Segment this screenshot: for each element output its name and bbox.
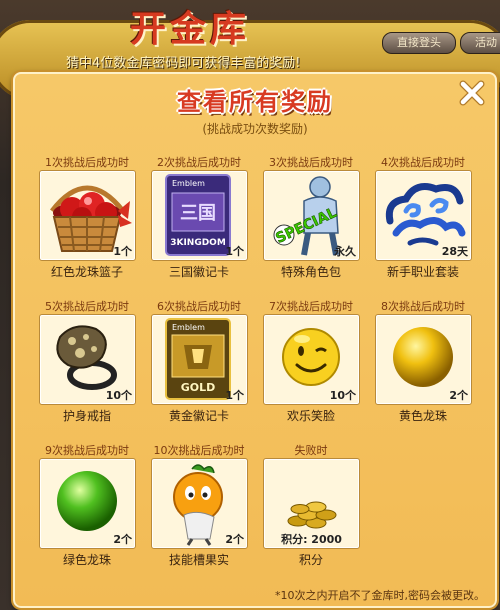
reward-condition: 3次挑战后成功时 <box>269 156 353 169</box>
reward-name: 新手职业套装 <box>386 265 459 279</box>
reward-slot[interactable]: 10个 <box>39 314 136 405</box>
reward-name: 绿色龙珠 <box>62 553 111 567</box>
reward-slot[interactable]: 三国 Emblem 3KINGDOM 1个 <box>151 170 248 261</box>
close-button[interactable] <box>457 78 487 108</box>
reward-slot[interactable]: 2个 <box>39 458 136 549</box>
reward-name: 黄金徽记卡 <box>168 409 229 423</box>
card-bottom-text: GOLD <box>181 381 216 394</box>
panel-subtitle: (挑战成功次数奖励) <box>202 122 308 136</box>
reward-quantity: 2个 <box>449 389 468 402</box>
reward-quantity: 永久 <box>334 245 356 258</box>
rewards-panel: 查看所有奖励 (挑战成功次数奖励) 1次挑战后成功时 1个 红色龙珠篮子 2次挑… <box>13 72 497 608</box>
footnote: *10次之内开启不了金库时,密码会被更改。 <box>275 589 485 602</box>
panel-title: 查看所有奖励 <box>177 87 333 116</box>
reward-name: 积分 <box>298 553 323 567</box>
reward-name: 技能槽果实 <box>168 553 229 567</box>
background-right-button[interactable]: 活动 <box>460 32 500 54</box>
reward-slot[interactable]: SPECIAL 永久 <box>263 170 360 261</box>
reward-slot[interactable]: 1个 <box>39 170 136 261</box>
reward-quantity: 28天 <box>441 245 468 258</box>
reward-slot[interactable]: 2个 <box>151 458 248 549</box>
reward-condition: 7次挑战后成功时 <box>269 300 353 313</box>
reward-slot[interactable]: 28天 <box>375 170 472 261</box>
reward-condition: 9次挑战后成功时 <box>45 444 129 457</box>
reward-quantity: 2个 <box>225 533 244 546</box>
reward-quantity: 10个 <box>329 389 356 402</box>
card-top-text: Emblem <box>172 179 205 188</box>
svg-text:三国: 三国 <box>180 203 216 224</box>
reward-name: 特殊角色包 <box>280 265 341 279</box>
reward-condition: 6次挑战后成功时 <box>157 300 241 313</box>
reward-quantity: 1个 <box>113 245 132 258</box>
reward-name: 护身戒指 <box>62 409 111 423</box>
reward-name: 三国徽记卡 <box>168 265 229 279</box>
reward-quantity: 1个 <box>225 389 244 402</box>
reward-slot[interactable]: 2个 <box>375 314 472 405</box>
reward-condition: 4次挑战后成功时 <box>381 156 465 169</box>
reward-condition: 5次挑战后成功时 <box>45 300 129 313</box>
reward-slot[interactable]: Emblem GOLD 1个 <box>151 314 248 405</box>
card-top-text: Emblem <box>172 323 205 332</box>
reward-condition: 2次挑战后成功时 <box>157 156 241 169</box>
background-subtitle: 猜中4位数金库密码即可获得丰富的奖励! <box>66 56 301 71</box>
reward-name: 黄色龙珠 <box>398 409 447 423</box>
reward-quantity: 积分: 2000 <box>281 533 342 546</box>
reward-condition: 10次挑战后成功时 <box>153 444 245 457</box>
reward-condition: 1次挑战后成功时 <box>45 156 129 169</box>
reward-name: 欢乐笑脸 <box>286 409 335 423</box>
close-x-icon <box>459 80 485 106</box>
reward-slot[interactable]: 10个 <box>263 314 360 405</box>
reward-quantity: 10个 <box>105 389 132 402</box>
card-bottom-text: 3KINGDOM <box>170 238 226 248</box>
background-left-button[interactable]: 直接登头 <box>382 32 456 54</box>
reward-slot[interactable]: 积分: 2000 <box>263 458 360 549</box>
reward-condition: 8次挑战后成功时 <box>381 300 465 313</box>
reward-name: 红色龙珠篮子 <box>50 265 123 279</box>
reward-quantity: 1个 <box>225 245 244 258</box>
reward-quantity: 2个 <box>113 533 132 546</box>
reward-condition: 失败时 <box>294 444 328 457</box>
background-title: 开金库 <box>130 8 251 50</box>
